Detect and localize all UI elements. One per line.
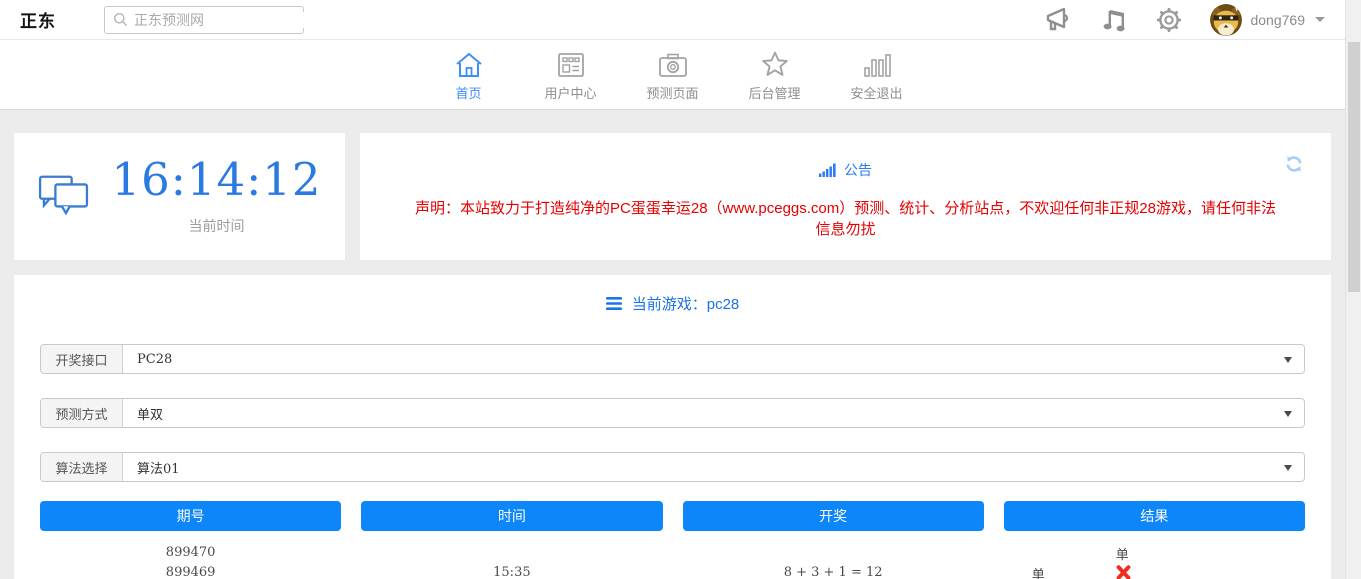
scrollbar-thumb[interactable] — [1348, 42, 1360, 292]
current-time: 16:14:12 — [111, 157, 321, 202]
cell-time: 15:35 — [361, 565, 662, 579]
nav-home-label: 首页 — [436, 83, 502, 102]
selector-prediction-mode-label: 预测方式 — [41, 399, 123, 427]
nav-user-center[interactable]: 用户中心 — [538, 47, 604, 102]
nav-logout-label: 安全退出 — [844, 83, 910, 102]
cell-issue: 899470 — [40, 545, 341, 560]
bar-chart-icon — [844, 47, 910, 79]
chat-bubbles-icon — [37, 172, 91, 221]
selector-algorithm-value: 算法01 — [123, 458, 180, 477]
avatar[interactable] — [1210, 4, 1242, 36]
megaphone-icon[interactable] — [1045, 7, 1075, 33]
result-prediction: 单 — [1116, 544, 1129, 563]
selector-algorithm-label: 算法选择 — [41, 453, 123, 481]
hamburger-icon — [606, 297, 622, 310]
cell-result: 单 — [1004, 542, 1305, 562]
user-menu-caret-icon[interactable] — [1315, 17, 1325, 22]
selector-lottery-api-value: PC28 — [123, 352, 172, 367]
column-header-issue[interactable]: 期号 — [40, 501, 341, 531]
nav-admin-label: 后台管理 — [742, 83, 808, 102]
nav-prediction-page[interactable]: 预测页面 — [640, 47, 706, 102]
search-icon — [113, 12, 128, 27]
announcement-header[interactable]: 公告 — [360, 133, 1331, 180]
selector-lottery-api-label: 开奖接口 — [41, 345, 123, 373]
topbar: 正东 — [0, 0, 1345, 40]
announcement-title: 公告 — [844, 160, 872, 180]
main-nav: 首页 用户中心 预测页面 后台管理 安全退出 — [0, 40, 1345, 110]
column-header-result[interactable]: 结果 — [1004, 501, 1305, 531]
settings-gear-icon[interactable] — [1155, 6, 1183, 34]
selector-prediction-mode[interactable]: 预测方式 单双 — [40, 398, 1305, 428]
announcement-card: 公告 声明：本站致力于打造纯净的PC蛋蛋幸运28（www.pceggs.com）… — [360, 133, 1331, 260]
table-row: 899470 单 — [40, 542, 1305, 562]
column-header-time[interactable]: 时间 — [361, 501, 662, 531]
result-prediction: 单 — [1032, 564, 1045, 579]
nav-home[interactable]: 首页 — [436, 47, 502, 102]
nav-logout[interactable]: 安全退出 — [844, 47, 910, 102]
cell-result: 单 — [1004, 562, 1305, 579]
wrong-cross-icon — [1116, 564, 1131, 579]
cell-issue: 899469 — [40, 565, 341, 579]
selector-prediction-mode-value: 单双 — [123, 404, 163, 423]
page-content: 正东 — [0, 0, 1345, 579]
cell-draw: 8 + 3 + 1 = 12 — [683, 565, 984, 579]
announcement-text: 声明：本站致力于打造纯净的PC蛋蛋幸运28（www.pceggs.com）预测、… — [360, 197, 1331, 239]
dropdown-caret-icon[interactable] — [1284, 465, 1292, 471]
camera-icon — [640, 47, 706, 79]
current-game-header[interactable]: 当前游戏：pc28 — [40, 293, 1305, 314]
selector-algorithm[interactable]: 算法选择 算法01 — [40, 452, 1305, 482]
vertical-scrollbar[interactable] — [1345, 0, 1361, 579]
search-box[interactable] — [104, 6, 304, 34]
site-logo[interactable]: 正东 — [20, 7, 56, 32]
table-body: 899470 单 899469 15:35 8 + 3 + 1 = 12 单 — [40, 542, 1305, 579]
column-header-draw[interactable]: 开奖 — [683, 501, 984, 531]
username[interactable]: dong769 — [1250, 12, 1305, 28]
topbar-actions: dong769 — [1045, 4, 1325, 36]
current-game-label: 当前游戏：pc28 — [632, 293, 740, 314]
music-note-icon[interactable] — [1102, 6, 1128, 34]
user-menu[interactable]: dong769 — [1210, 4, 1325, 36]
refresh-icon[interactable] — [1285, 155, 1303, 178]
nav-prediction-page-label: 预测页面 — [640, 83, 706, 102]
search-input[interactable] — [134, 12, 315, 28]
nav-admin[interactable]: 后台管理 — [742, 47, 808, 102]
selector-lottery-api[interactable]: 开奖接口 PC28 — [40, 344, 1305, 374]
dropdown-caret-icon[interactable] — [1284, 357, 1292, 363]
nav-user-center-label: 用户中心 — [538, 83, 604, 102]
clock-card: 16:14:12 当前时间 — [14, 133, 345, 260]
home-icon — [436, 47, 502, 79]
table-header: 期号 时间 开奖 结果 — [40, 501, 1305, 531]
signal-bars-icon — [819, 163, 836, 177]
info-cards: 16:14:12 当前时间 公告 声明：本站致力于打造纯净的PC蛋蛋幸运28（w… — [14, 133, 1331, 260]
user-center-icon — [538, 47, 604, 79]
current-time-caption: 当前时间 — [111, 216, 321, 236]
table-row: 899469 15:35 8 + 3 + 1 = 12 单 — [40, 562, 1305, 579]
main-panel: 当前游戏：pc28 开奖接口 PC28 预测方式 单双 算法选择 算法01 期号… — [14, 275, 1331, 579]
dropdown-caret-icon[interactable] — [1284, 411, 1292, 417]
star-icon — [742, 47, 808, 79]
